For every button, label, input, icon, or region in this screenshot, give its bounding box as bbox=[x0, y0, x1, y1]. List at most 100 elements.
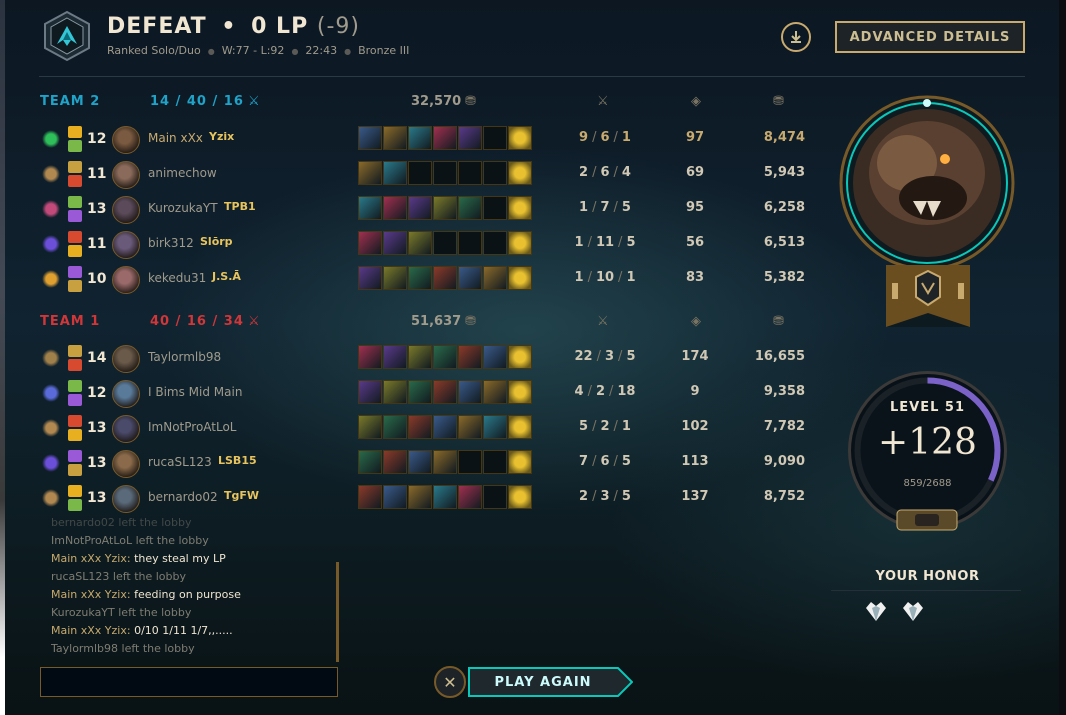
item-slot[interactable] bbox=[458, 450, 482, 474]
item-slot[interactable] bbox=[433, 450, 457, 474]
summoner-spell-icon bbox=[68, 280, 82, 292]
item-slot[interactable] bbox=[408, 345, 432, 369]
item-slot[interactable] bbox=[383, 450, 407, 474]
item-slot[interactable] bbox=[358, 126, 382, 150]
summoner-spell-icon bbox=[68, 210, 82, 222]
player-name[interactable]: KurozukaYT bbox=[148, 201, 218, 215]
item-slot[interactable] bbox=[433, 485, 457, 509]
trinket-slot[interactable] bbox=[508, 231, 532, 255]
item-slot[interactable] bbox=[458, 231, 482, 255]
item-slot[interactable] bbox=[358, 196, 382, 220]
item-slot[interactable] bbox=[358, 415, 382, 439]
item-slot[interactable] bbox=[383, 380, 407, 404]
item-slot[interactable] bbox=[458, 345, 482, 369]
item-slot[interactable] bbox=[358, 161, 382, 185]
item-slot[interactable] bbox=[383, 415, 407, 439]
close-button[interactable]: ✕ bbox=[434, 666, 466, 698]
chat-scrollbar[interactable] bbox=[336, 562, 339, 662]
item-slot[interactable] bbox=[383, 345, 407, 369]
item-slot[interactable] bbox=[358, 380, 382, 404]
item-slot[interactable] bbox=[483, 126, 507, 150]
honor-gem-icon bbox=[866, 602, 886, 621]
trinket-slot[interactable] bbox=[508, 161, 532, 185]
item-slot[interactable] bbox=[483, 196, 507, 220]
item-slot[interactable] bbox=[483, 415, 507, 439]
player-name[interactable]: ImNotProAtLoL bbox=[148, 420, 237, 434]
item-slot[interactable] bbox=[358, 266, 382, 290]
item-slot[interactable] bbox=[408, 450, 432, 474]
item-slot[interactable] bbox=[458, 485, 482, 509]
item-slot[interactable] bbox=[408, 196, 432, 220]
item-slot[interactable] bbox=[433, 266, 457, 290]
player-name[interactable]: kekedu31 bbox=[148, 271, 206, 285]
item-slot[interactable] bbox=[383, 196, 407, 220]
player-name[interactable]: Taylormlb98 bbox=[148, 350, 221, 364]
kda-slash: / bbox=[613, 130, 618, 145]
item-slot[interactable] bbox=[483, 345, 507, 369]
item-slot[interactable] bbox=[433, 126, 457, 150]
chat-system-message: bernardo02 left the lobby bbox=[51, 516, 192, 529]
player-name[interactable]: bernardo02 bbox=[148, 490, 218, 504]
item-slot[interactable] bbox=[483, 266, 507, 290]
item-slot[interactable] bbox=[408, 380, 432, 404]
player-gold: 8,474 bbox=[763, 130, 805, 145]
trinket-slot[interactable] bbox=[508, 485, 532, 509]
player-name[interactable]: I Bims Mid Main bbox=[148, 385, 242, 399]
item-slot[interactable] bbox=[483, 450, 507, 474]
kills: 2 bbox=[579, 489, 589, 504]
advanced-details-button[interactable]: ADVANCED DETAILS bbox=[835, 21, 1025, 53]
item-slot[interactable] bbox=[433, 345, 457, 369]
download-button[interactable] bbox=[781, 22, 811, 52]
trinket-slot[interactable] bbox=[508, 415, 532, 439]
item-slot[interactable] bbox=[458, 415, 482, 439]
assists: 5 bbox=[621, 200, 631, 215]
item-slot[interactable] bbox=[458, 266, 482, 290]
player-name[interactable]: Main xXx bbox=[148, 131, 203, 145]
chat-input[interactable] bbox=[40, 667, 338, 697]
trinket-slot[interactable] bbox=[508, 380, 532, 404]
player-name[interactable]: rucaSL123 bbox=[148, 455, 212, 469]
trinket-slot[interactable] bbox=[508, 196, 532, 220]
item-slot[interactable] bbox=[408, 266, 432, 290]
trinket-slot[interactable] bbox=[508, 450, 532, 474]
item-slot[interactable] bbox=[458, 196, 482, 220]
player-name[interactable]: animechow bbox=[148, 166, 217, 180]
player-cs: 9 bbox=[690, 384, 700, 399]
item-slot[interactable] bbox=[358, 450, 382, 474]
role-emblem-icon bbox=[42, 165, 60, 183]
item-slot[interactable] bbox=[408, 231, 432, 255]
item-slot[interactable] bbox=[433, 161, 457, 185]
item-slot[interactable] bbox=[483, 161, 507, 185]
item-slot[interactable] bbox=[358, 485, 382, 509]
item-slot[interactable] bbox=[483, 485, 507, 509]
item-slot[interactable] bbox=[408, 161, 432, 185]
trinket-slot[interactable] bbox=[508, 345, 532, 369]
item-slot[interactable] bbox=[383, 126, 407, 150]
item-slot[interactable] bbox=[408, 485, 432, 509]
item-slot[interactable] bbox=[483, 380, 507, 404]
item-slot[interactable] bbox=[383, 266, 407, 290]
item-slot[interactable] bbox=[433, 196, 457, 220]
trinket-slot[interactable] bbox=[508, 266, 532, 290]
item-slot[interactable] bbox=[383, 231, 407, 255]
item-slot[interactable] bbox=[458, 126, 482, 150]
item-slot[interactable] bbox=[483, 231, 507, 255]
item-slot[interactable] bbox=[383, 485, 407, 509]
trinket-slot[interactable] bbox=[508, 126, 532, 150]
item-slot[interactable] bbox=[433, 231, 457, 255]
item-slot[interactable] bbox=[433, 415, 457, 439]
player-name[interactable]: birk312 bbox=[148, 236, 194, 250]
summoner-spell-icon bbox=[68, 415, 82, 427]
item-slot[interactable] bbox=[408, 415, 432, 439]
item-slot[interactable] bbox=[383, 161, 407, 185]
item-slot[interactable] bbox=[458, 161, 482, 185]
item-slot[interactable] bbox=[358, 345, 382, 369]
play-again-button[interactable]: PLAY AGAIN bbox=[468, 667, 633, 697]
item-slot[interactable] bbox=[408, 126, 432, 150]
player-kda: 4/2/18 bbox=[565, 384, 645, 399]
postgame-screen: DEFEAT • 0 LP (-9) Ranked Solo/Duo ● W:77 … bbox=[5, 0, 1066, 715]
item-slot[interactable] bbox=[433, 380, 457, 404]
queue-type: Ranked Solo/Duo bbox=[107, 44, 201, 57]
item-slot[interactable] bbox=[458, 380, 482, 404]
item-slot[interactable] bbox=[358, 231, 382, 255]
